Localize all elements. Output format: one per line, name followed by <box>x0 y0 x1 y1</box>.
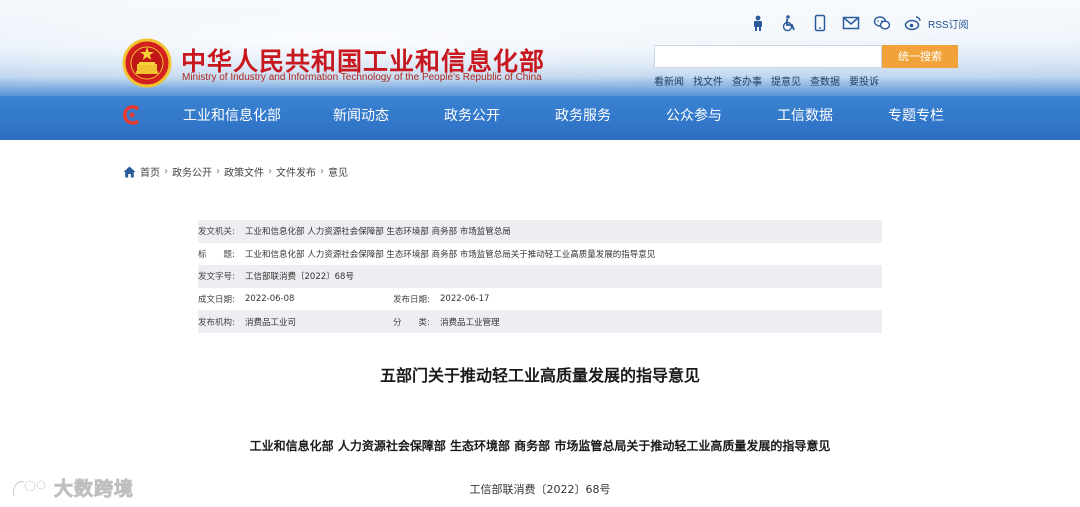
rss-link[interactable]: RSS订阅 <box>928 16 969 31</box>
utility-icons: RSS订阅 <box>748 12 969 34</box>
wechat-icon[interactable] <box>872 13 892 33</box>
breadcrumb-gov-affairs[interactable]: 政务公开 <box>172 164 212 179</box>
meta-row-title: 标 题: 工业和信息化部 人力资源社会保障部 生态环境部 商务部 市场监管总局关… <box>198 243 882 266</box>
meta-row-docno: 发文字号: 工信部联消费〔2022〕68号 <box>198 265 882 288</box>
main-nav: 工业和信息化部 新闻动态 政务公开 政务服务 公众参与 工信数据 专题专栏 <box>0 96 1080 134</box>
breadcrumb-doc-release[interactable]: 文件发布 <box>276 164 316 179</box>
nav-item-special-topics[interactable]: 专题专栏 <box>888 105 944 125</box>
meta-value-published: 2022-06-17 <box>440 294 490 305</box>
home-icon[interactable] <box>123 166 136 178</box>
breadcrumb-home[interactable]: 首页 <box>140 164 160 179</box>
mail-icon[interactable] <box>841 13 861 33</box>
nav-item-data[interactable]: 工信数据 <box>777 105 833 125</box>
watermark-logo-icon <box>12 479 47 496</box>
weibo-icon[interactable] <box>903 13 923 33</box>
accessibility-person-icon[interactable] <box>748 13 768 33</box>
breadcrumb-separator: › <box>320 166 324 177</box>
meta-label: 发文字号: <box>198 272 235 283</box>
breadcrumb: 首页 › 政务公开 › 政策文件 › 文件发布 › 意见 <box>123 164 348 179</box>
meta-label: 发文机关: <box>198 227 235 238</box>
watermark-text: 大数跨境 <box>54 478 135 501</box>
meta-row-office: 发布机构: 消费品工业司 分 类: 消费品工业管理 <box>198 310 882 333</box>
meta-row-dates: 成文日期: 2022-06-08 发布日期: 2022-06-17 <box>198 288 882 311</box>
quick-link-data[interactable]: 查数据 <box>810 73 840 88</box>
meta-label: 标 题: <box>198 249 235 260</box>
document-title: 五部门关于推动轻工业高质量发展的指导意见 <box>379 366 700 385</box>
quick-link-services[interactable]: 查办事 <box>732 73 762 88</box>
quick-link-complaint[interactable]: 要投诉 <box>849 73 879 88</box>
breadcrumb-separator: › <box>216 166 220 177</box>
nav-item-ministry[interactable]: 工业和信息化部 <box>183 105 281 125</box>
nav-item-news[interactable]: 新闻动态 <box>333 105 389 125</box>
quick-link-news[interactable]: 看新闻 <box>654 73 684 88</box>
breadcrumb-policy-docs[interactable]: 政策文件 <box>224 164 264 179</box>
nav-item-public-participation[interactable]: 公众参与 <box>666 105 722 125</box>
meta-label: 发布日期: <box>393 295 430 306</box>
meta-value-docno: 工信部联消费〔2022〕68号 <box>245 272 354 283</box>
breadcrumb-separator: › <box>164 166 168 177</box>
search-button[interactable]: 统一搜索 <box>882 45 958 68</box>
meta-label: 分 类: <box>393 317 430 328</box>
breadcrumb-opinions[interactable]: 意见 <box>328 164 348 179</box>
meta-value-title: 工业和信息化部 人力资源社会保障部 生态环境部 商务部 市场监管总局关于推动轻工… <box>245 249 656 260</box>
nav-item-gov-affairs[interactable]: 政务公开 <box>444 105 500 125</box>
document-metadata: 发文机关: 工业和信息化部 人力资源社会保障部 生态环境部 商务部 市场监管总局… <box>198 220 882 333</box>
meta-value-category: 消费品工业管理 <box>440 317 500 328</box>
mobile-phone-icon[interactable] <box>810 13 830 33</box>
quick-link-feedback[interactable]: 提意见 <box>771 73 801 88</box>
watermark: 大数跨境 <box>10 474 134 501</box>
breadcrumb-separator: › <box>268 166 272 177</box>
meta-label: 发布机构: <box>198 317 235 328</box>
meta-label: 成文日期: <box>198 295 235 306</box>
meta-value-issuer: 工业和信息化部 人力资源社会保障部 生态环境部 商务部 市场监管总局 <box>245 227 511 238</box>
site-subtitle: Ministry of Industry and Information Tec… <box>182 72 542 83</box>
meta-row-issuer: 发文机关: 工业和信息化部 人力资源社会保障部 生态环境部 商务部 市场监管总局 <box>198 220 882 243</box>
document-subtitle: 工业和信息化部 人力资源社会保障部 生态环境部 商务部 市场监管总局关于推动轻工… <box>249 439 831 453</box>
meta-value-office: 消费品工业司 <box>245 317 297 328</box>
quick-link-files[interactable]: 找文件 <box>693 73 723 88</box>
search-input[interactable] <box>654 45 882 68</box>
quick-links: 看新闻 找文件 查办事 提意见 查数据 要投诉 <box>654 73 879 88</box>
meta-value-created: 2022-06-08 <box>245 294 295 305</box>
national-emblem-icon[interactable] <box>122 38 172 88</box>
nav-item-gov-services[interactable]: 政务服务 <box>555 105 611 125</box>
wheelchair-icon[interactable] <box>779 13 799 33</box>
ministry-logo-icon[interactable] <box>121 104 143 126</box>
document-number: 工信部联消费〔2022〕68号 <box>469 483 611 496</box>
